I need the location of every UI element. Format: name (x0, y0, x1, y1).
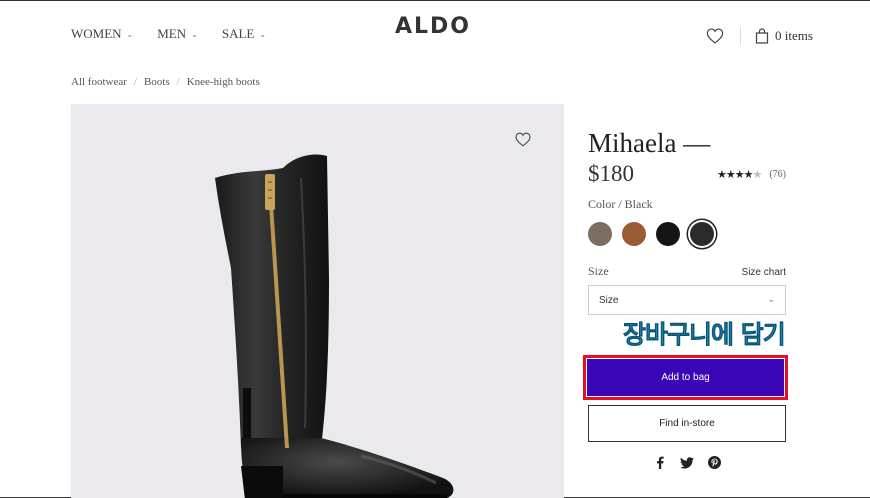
add-to-bag-highlight: Add to bag (583, 355, 788, 400)
cart-count: 0 items (775, 28, 813, 43)
breadcrumb-separator: / (176, 76, 180, 88)
color-swatches (588, 222, 786, 246)
add-to-bag-button[interactable]: Add to bag (587, 359, 784, 396)
size-select-value: Size (599, 294, 619, 306)
size-select[interactable]: Size ⌄ (588, 285, 786, 315)
header-actions: 0 items (706, 27, 813, 45)
chevron-down-icon: ⌄ (767, 295, 775, 305)
swatch-cognac[interactable] (622, 222, 646, 246)
price-row: $180 ★★★★★ (76) (588, 161, 786, 187)
nav-item-sale[interactable]: SALE ⌄ (222, 26, 266, 42)
star-rating-icon: ★★★★★ (717, 167, 762, 181)
chevron-down-icon: ⌄ (259, 29, 267, 39)
breadcrumb-separator: / (133, 76, 137, 88)
chevron-down-icon: ⌄ (126, 29, 134, 39)
brand-logo[interactable]: ALDO (395, 14, 471, 39)
swatch-black-selected[interactable] (690, 222, 714, 246)
size-chart-link[interactable]: Size chart (742, 267, 786, 278)
shopping-bag-icon (755, 28, 769, 44)
facebook-icon[interactable] (654, 456, 666, 469)
size-row: Size Size chart (588, 264, 786, 279)
pinterest-icon[interactable] (708, 456, 721, 469)
breadcrumb: All footwear / Boots / Knee-high boots (71, 76, 260, 88)
heart-icon[interactable] (515, 132, 531, 152)
nav-item-men[interactable]: MEN ⌄ (157, 26, 198, 42)
find-in-store-button[interactable]: Find in-store (588, 405, 786, 442)
size-label: Size (588, 264, 609, 278)
review-count: (76) (769, 168, 786, 180)
product-info: Mihaela — $180 ★★★★★ (76) Color / Black … (588, 127, 786, 315)
product-image-panel[interactable] (71, 104, 564, 498)
chevron-down-icon: ⌄ (191, 29, 198, 39)
nav-label: SALE (221, 26, 255, 41)
breadcrumb-link[interactable]: All footwear (71, 76, 127, 88)
color-label: Color / Black (588, 197, 653, 211)
product-rating[interactable]: ★★★★★ (76) (717, 168, 786, 181)
header-divider (740, 27, 741, 45)
product-title: Mihaela — (588, 128, 711, 158)
swatch-black[interactable] (656, 222, 680, 246)
nav-item-women[interactable]: WOMEN ⌄ (71, 26, 133, 42)
product-boot-image (215, 154, 454, 498)
swatch-taupe[interactable] (588, 222, 612, 246)
breadcrumb-current[interactable]: Knee-high boots (187, 76, 260, 88)
annotation-text: 장바구니에 담기 (623, 320, 786, 350)
main-nav: WOMEN ⌄ MEN ⌄ SALE ⌄ (71, 26, 266, 42)
social-share (654, 456, 721, 469)
product-price: $180 (588, 161, 634, 186)
twitter-icon[interactable] (680, 456, 694, 469)
nav-label: MEN (157, 26, 187, 41)
nav-label: WOMEN (71, 26, 122, 41)
cart-button[interactable]: 0 items (755, 28, 813, 44)
breadcrumb-link[interactable]: Boots (144, 76, 170, 88)
heart-icon[interactable] (706, 28, 724, 44)
